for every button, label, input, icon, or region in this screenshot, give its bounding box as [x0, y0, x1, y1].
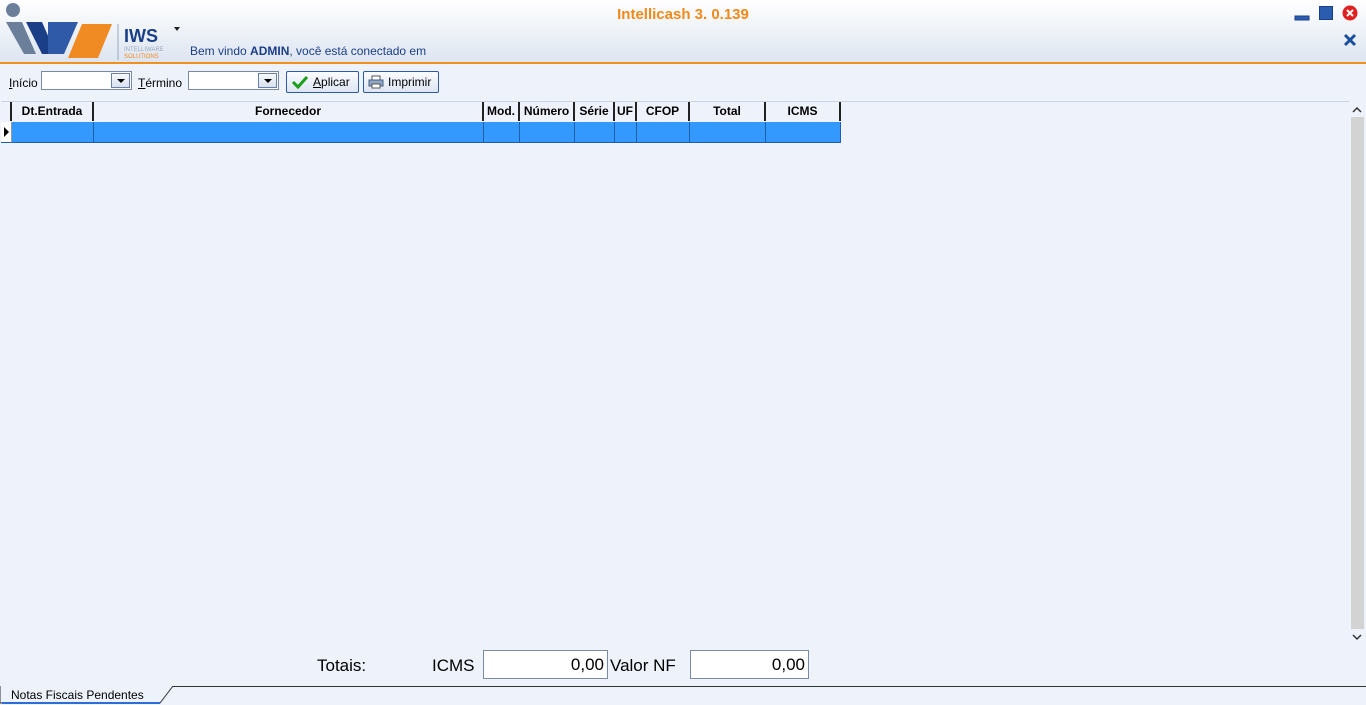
col-fornecedor[interactable]: Fornecedor	[94, 102, 484, 121]
icms-total-label: ICMS	[432, 656, 475, 675]
chevron-down-icon[interactable]	[258, 73, 277, 88]
cell-fornecedor[interactable]	[94, 122, 484, 143]
welcome-user: ADMIN	[250, 44, 290, 58]
end-date-label: Término	[138, 76, 183, 90]
cell-mod[interactable]	[484, 122, 520, 143]
tab-label: Notas Fiscais Pendentes	[11, 688, 144, 702]
valor-nf-field[interactable]: 0,00	[690, 650, 809, 679]
col-dt-entrada[interactable]: Dt.Entrada	[12, 102, 94, 121]
chevron-down-icon[interactable]	[111, 73, 130, 88]
apply-button[interactable]: Aplicar	[286, 71, 359, 93]
col-serie[interactable]: Série	[575, 102, 615, 121]
cell-serie[interactable]	[575, 122, 615, 143]
app-title: Intellicash 3. 0.139	[617, 6, 749, 23]
start-date-label: Início	[9, 76, 38, 90]
svg-text:SOLUTIONS: SOLUTIONS	[124, 54, 159, 60]
scroll-down-icon[interactable]	[1352, 632, 1362, 642]
print-button[interactable]: Imprimir	[363, 71, 439, 93]
start-date-picker[interactable]	[41, 71, 132, 90]
col-uf[interactable]: UF	[615, 102, 637, 121]
tab-notas-fiscais-pendentes[interactable]: Notas Fiscais Pendentes	[0, 686, 174, 704]
scroll-up-icon[interactable]	[1352, 105, 1362, 115]
welcome-message: Bem vindo ADMIN, você está conectado em	[190, 44, 427, 58]
maximize-icon[interactable]	[1318, 5, 1334, 21]
title-bar: IWS INTELLIWARE SOLUTIONS Bem vindo ADMI…	[0, 0, 1366, 64]
cell-dt-entrada[interactable]	[12, 122, 94, 143]
vertical-scrollbar[interactable]	[1349, 101, 1365, 645]
cell-uf[interactable]	[615, 122, 637, 143]
filter-toolbar: Início Término Aplicar Imprimir	[0, 64, 1366, 98]
totals-label: Totais:	[317, 656, 367, 675]
cell-numero[interactable]	[520, 122, 575, 143]
cell-total[interactable]	[690, 122, 766, 143]
col-mod[interactable]: Mod.	[484, 102, 520, 121]
grid-header: Dt.Entrada Fornecedor Mod. Número Série …	[1, 102, 841, 121]
svg-text:IWS: IWS	[124, 26, 158, 46]
col-icms[interactable]: ICMS	[766, 102, 841, 121]
col-numero[interactable]: Número	[520, 102, 575, 121]
scroll-track[interactable]	[1351, 117, 1364, 629]
table-row[interactable]	[1, 122, 841, 143]
cell-icms[interactable]	[766, 122, 841, 143]
close-form-icon[interactable]	[1342, 32, 1358, 48]
close-window-icon[interactable]	[1342, 5, 1358, 21]
svg-text:INTELLIWARE: INTELLIWARE	[124, 47, 164, 53]
printer-icon	[368, 75, 384, 89]
end-date-picker[interactable]	[188, 71, 279, 90]
minimize-icon[interactable]	[1294, 5, 1310, 21]
check-icon	[291, 75, 309, 89]
header-indicator-cell	[1, 102, 12, 121]
form-tabs: Notas Fiscais Pendentes	[0, 686, 1366, 705]
logo-menu-caret-icon[interactable]	[174, 27, 180, 31]
totals-bar: Totais: ICMS 0,00 Valor NF 0,00	[0, 648, 1366, 684]
row-indicator-icon	[1, 122, 12, 143]
icms-total-field[interactable]: 0,00	[483, 650, 608, 679]
col-total[interactable]: Total	[690, 102, 766, 121]
cell-cfop[interactable]	[637, 122, 690, 143]
col-cfop[interactable]: CFOP	[637, 102, 690, 121]
valor-nf-label: Valor NF	[610, 656, 676, 675]
invoice-grid[interactable]: Dt.Entrada Fornecedor Mod. Número Série …	[1, 101, 1349, 646]
